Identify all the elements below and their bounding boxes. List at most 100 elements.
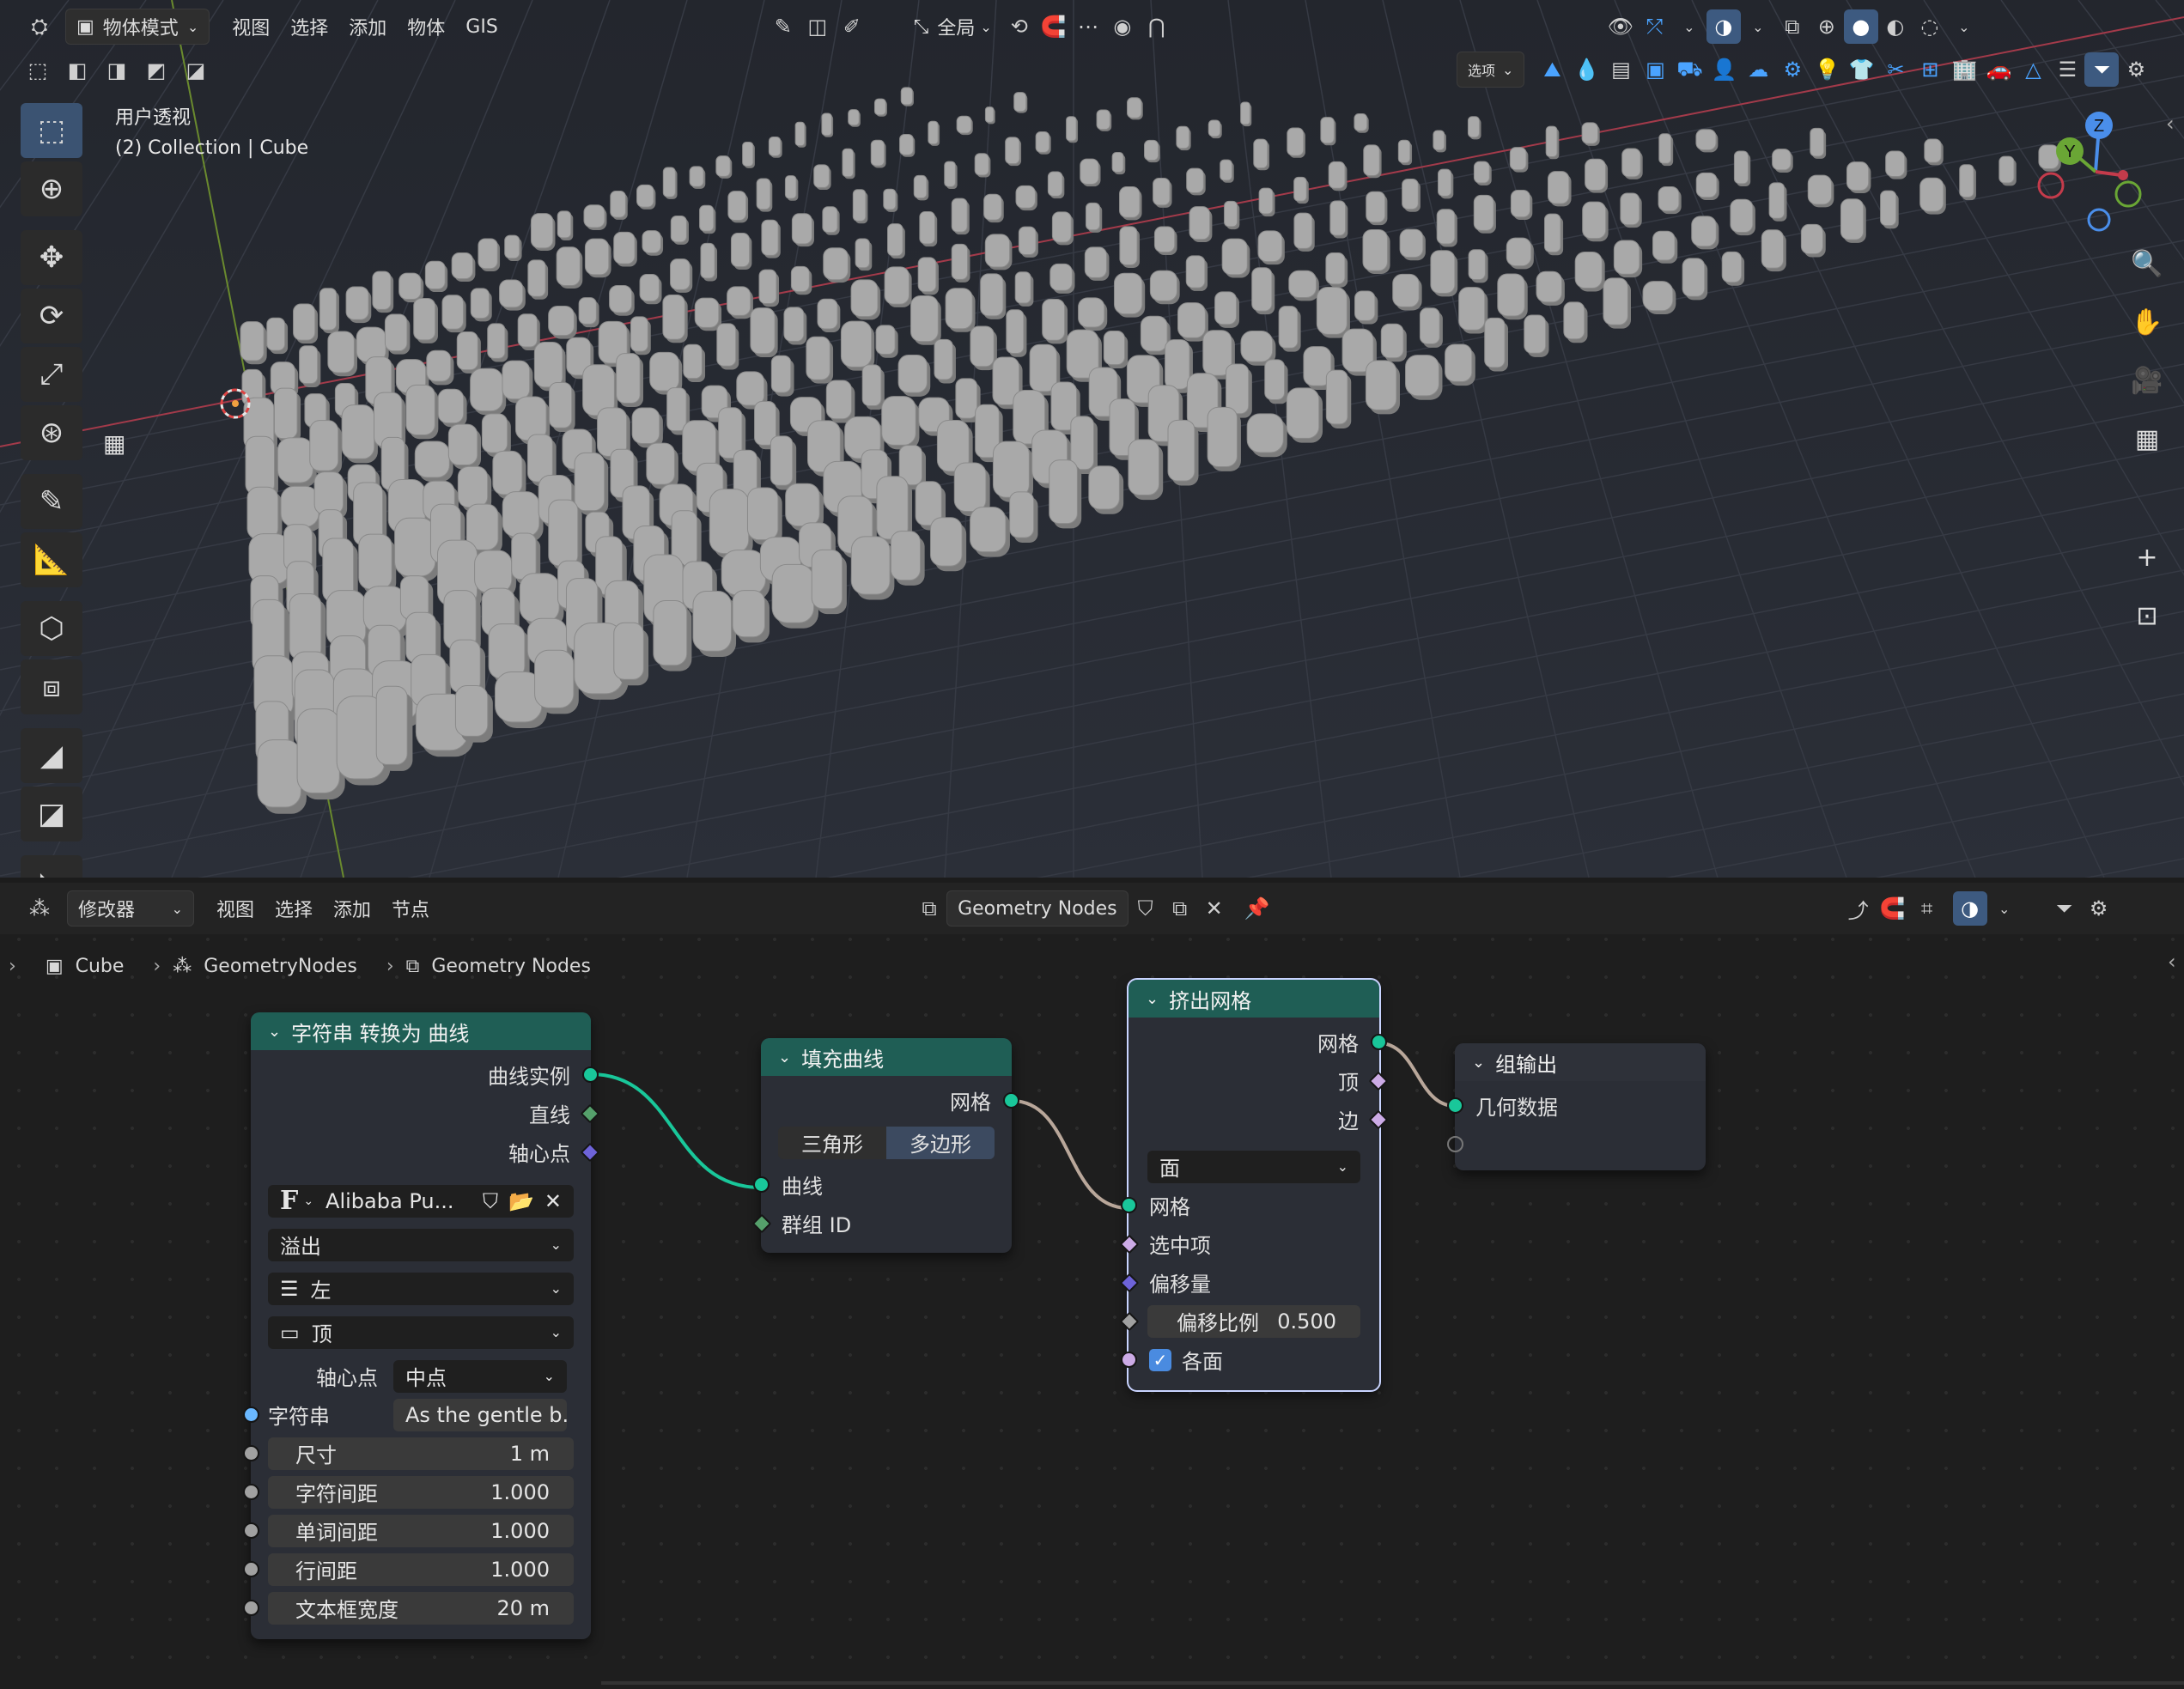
- socket-curve-instances[interactable]: [582, 1066, 599, 1083]
- node-header[interactable]: ⌄ 填充曲线: [761, 1038, 1012, 1076]
- annotate-icon[interactable]: ✐: [835, 9, 869, 44]
- string-input[interactable]: As the gentle b...: [393, 1398, 567, 1431]
- bend-tool-icon[interactable]: ◢: [21, 728, 82, 783]
- socket-empty-in[interactable]: [1447, 1136, 1463, 1152]
- material-shading-icon[interactable]: ◐: [1878, 9, 1913, 44]
- node-header[interactable]: ⌄ 字符串 转换为 曲线: [251, 1012, 591, 1050]
- node-string-to-curves[interactable]: ⌄ 字符串 转换为 曲线 曲线实例 直线 轴心点 F ⌄ Alibaba Pu.…: [243, 1012, 600, 1639]
- eyedropper-icon[interactable]: ✎: [766, 9, 800, 44]
- cursor-tool-icon[interactable]: ⊕: [21, 161, 82, 216]
- node-sidebar-toggle-icon[interactable]: ‹: [2168, 950, 2176, 974]
- addon-terrain-icon[interactable]: ⛰: [1535, 52, 1569, 87]
- checker-icon[interactable]: ▦: [103, 429, 125, 458]
- breadcrumb-modifier[interactable]: GeometryNodes: [204, 956, 357, 977]
- ortho-grid-icon[interactable]: ▦: [2123, 416, 2171, 462]
- addon-water-icon[interactable]: 💧: [1569, 52, 1603, 87]
- align-x-dropdown[interactable]: ☰ 左 ⌄: [268, 1272, 574, 1305]
- editor-type-icon[interactable]: ⛭: [22, 9, 57, 44]
- gizmo-toggle-icon[interactable]: ⤱: [1638, 9, 1672, 44]
- line-spacing-field[interactable]: 行间距 1.000: [268, 1552, 574, 1586]
- offset-scale-field[interactable]: 偏移比例 0.500: [1147, 1304, 1360, 1338]
- shrink-tool-icon[interactable]: ◪: [21, 787, 82, 841]
- addon-grid-icon[interactable]: ⊞: [1913, 52, 1947, 87]
- proportional-edit-icon[interactable]: ◉: [1105, 9, 1140, 44]
- menu-add[interactable]: 添加: [338, 9, 397, 44]
- node-menu-select[interactable]: 选择: [265, 891, 323, 926]
- navigation-gizmo[interactable]: Z Y: [2027, 103, 2164, 240]
- chevron-down-icon[interactable]: ⌄: [1741, 9, 1775, 44]
- snap-target-icon[interactable]: ◫: [800, 9, 835, 44]
- node-menu-node[interactable]: 节点: [381, 891, 440, 926]
- socket-word-spacing[interactable]: [243, 1522, 259, 1539]
- add-view-icon[interactable]: +: [2123, 534, 2171, 580]
- addon-tools-icon[interactable]: ✂: [1878, 52, 1913, 87]
- node-fill-curve[interactable]: ⌄ 填充曲线 网格 三角形 多边形 曲线 群组 ID: [751, 1038, 1019, 1253]
- node-group-output[interactable]: ⌄ 组输出 几何数据: [1447, 1043, 1706, 1170]
- socket-text-box-width[interactable]: [243, 1600, 259, 1616]
- socket-size[interactable]: [243, 1445, 259, 1461]
- editor-context-dropdown[interactable]: 修改器 ⌄: [67, 890, 194, 927]
- node-filter-icon[interactable]: ⏷: [2047, 891, 2082, 926]
- snap-icon[interactable]: 🧲: [1037, 9, 1071, 44]
- rendered-shading-icon[interactable]: ◌: [1913, 9, 1947, 44]
- rotate-tool-icon[interactable]: ⟳: [21, 289, 82, 343]
- character-spacing-field[interactable]: 字符间距 1.000: [268, 1475, 574, 1509]
- node-extrude-mesh[interactable]: ⌄ 挤出网格 网格 顶 边 面 ⌄ 网格 选中项 偏移量 偏移比例 0.500: [1119, 978, 1389, 1392]
- gizmo-neg-y[interactable]: [2114, 180, 2142, 208]
- solid-shading-icon[interactable]: ●: [1843, 9, 1878, 44]
- socket-line-spacing[interactable]: [243, 1561, 259, 1577]
- knife-tool-icon[interactable]: ◣: [21, 855, 82, 878]
- socket-string[interactable]: [243, 1406, 259, 1423]
- open-folder-icon[interactable]: 📂: [508, 1189, 534, 1213]
- horizontal-scrollbar[interactable]: [601, 1681, 2184, 1685]
- select-new-icon[interactable]: ⬚: [21, 53, 55, 88]
- xray-icon[interactable]: ⧉: [1775, 9, 1810, 44]
- collapse-chevron-icon[interactable]: ⌄: [778, 1048, 791, 1066]
- extrude-mode-dropdown[interactable]: 面 ⌄: [1147, 1150, 1360, 1183]
- addon-person-icon[interactable]: 👤: [1706, 52, 1741, 87]
- individual-checkbox[interactable]: ✓: [1149, 1348, 1171, 1371]
- text-box-width-field[interactable]: 文本框宽度 20 m: [268, 1591, 574, 1625]
- socket-mesh-out[interactable]: [1371, 1034, 1387, 1050]
- move-tool-icon[interactable]: ✥: [21, 230, 82, 285]
- chevron-down-icon[interactable]: ⌄: [1987, 891, 2022, 926]
- gizmo-neg-x[interactable]: [2037, 172, 2065, 199]
- menu-select[interactable]: 选择: [280, 9, 338, 44]
- node-header[interactable]: ⌄ 挤出网格: [1129, 980, 1379, 1018]
- close-icon[interactable]: ✕: [1197, 891, 1232, 926]
- frame-selected-icon[interactable]: ⊡: [2123, 592, 2171, 639]
- menu-gis[interactable]: GIS: [455, 9, 508, 44]
- pivot-icon[interactable]: ⟲: [1002, 9, 1037, 44]
- overlay-toggle-icon[interactable]: ◑: [1706, 9, 1741, 44]
- fake-user-shield-icon[interactable]: ⛉: [1129, 891, 1163, 926]
- measure-tool-icon[interactable]: 📐: [21, 532, 82, 587]
- pan-hand-icon[interactable]: ✋: [2123, 299, 2171, 345]
- node-snap-mode-icon[interactable]: ⌗: [1910, 891, 1944, 926]
- socket-individual[interactable]: [1121, 1352, 1137, 1368]
- chevron-down-icon[interactable]: ⌄: [1947, 9, 1981, 44]
- sidebar-toggle-icon[interactable]: ‹: [2166, 112, 2175, 136]
- collapse-chevron-icon[interactable]: ⌄: [268, 1023, 281, 1041]
- 3d-viewport[interactable]: ⛭ ▣ 物体模式 ⌄ 视图 选择 添加 物体 GIS ✎ ◫ ✐ ⤡ 全局 ⌄ …: [0, 0, 2184, 878]
- wireframe-shading-icon[interactable]: ⊕: [1810, 9, 1844, 44]
- close-icon[interactable]: ✕: [544, 1189, 562, 1213]
- socket-curve-in[interactable]: [753, 1176, 770, 1193]
- menu-object[interactable]: 物体: [397, 9, 455, 44]
- select-invert-icon[interactable]: ◩: [139, 53, 173, 88]
- chevron-down-icon[interactable]: ⌄: [1672, 9, 1706, 44]
- node-tree-browse-icon[interactable]: ⧉: [912, 891, 946, 926]
- scale-tool-icon[interactable]: ⤢: [21, 347, 82, 402]
- add-cube-tool-icon[interactable]: ⬡: [21, 601, 82, 656]
- duplicate-icon[interactable]: ⧉: [1163, 891, 1197, 926]
- snap-increment-icon[interactable]: ⋯: [1071, 9, 1105, 44]
- addon-window-icon[interactable]: ▤: [1603, 52, 1638, 87]
- orientation-dropdown[interactable]: ⤡ 全局 ⌄: [903, 9, 1002, 44]
- overflow-dropdown[interactable]: 溢出 ⌄: [268, 1228, 574, 1261]
- align-y-dropdown[interactable]: ▭ 顶 ⌄: [268, 1315, 574, 1349]
- addon-building-icon[interactable]: 🏢: [1947, 52, 1981, 87]
- transform-tool-icon[interactable]: ⊛: [21, 405, 82, 460]
- add-object-tool-icon[interactable]: ⧈: [21, 659, 82, 714]
- gear-icon[interactable]: ⚙: [2119, 52, 2153, 87]
- font-selector[interactable]: F ⌄ Alibaba Pu... ⛉ 📂 ✕: [268, 1184, 574, 1218]
- visibility-icon[interactable]: 👁: [1603, 9, 1638, 44]
